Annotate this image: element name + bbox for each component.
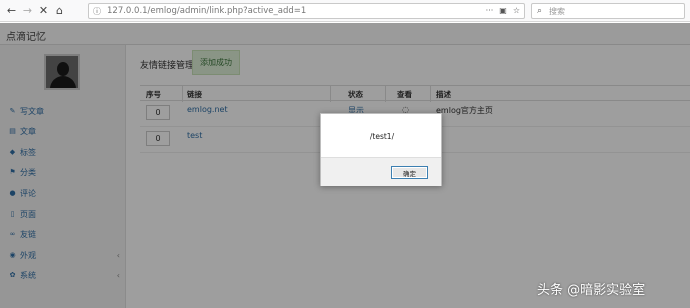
info-icon[interactable]: ⓘ — [93, 7, 103, 17]
address-bar[interactable]: ⓘ 127.0.0.1/emlog/admin/link.php?active_… — [88, 3, 525, 19]
watermark: 头条 @暗影实验室 — [537, 283, 646, 298]
search-icon: ⌕ — [537, 6, 543, 16]
pocket-icon[interactable]: ▣ — [499, 6, 507, 15]
forward-icon[interactable]: → — [20, 3, 35, 18]
alert-message: /test1/ — [369, 132, 395, 141]
back-icon[interactable]: ← — [4, 3, 19, 18]
alert-dialog: /test1/ 确定 — [320, 113, 442, 186]
browser-toolbar: ← → ✕ ⌂ ⓘ 127.0.0.1/emlog/admin/link.php… — [0, 0, 690, 22]
browser-search-input[interactable]: ⌕ 搜索 — [531, 3, 685, 19]
menu-dots-icon[interactable]: ··· — [486, 6, 494, 15]
dialog-footer: 确定 — [321, 157, 441, 186]
home-icon[interactable]: ⌂ — [52, 3, 67, 18]
search-placeholder: 搜索 — [549, 7, 565, 16]
ok-button[interactable]: 确定 — [391, 166, 428, 179]
bookmark-star-icon[interactable]: ☆ — [513, 6, 520, 15]
stop-icon[interactable]: ✕ — [36, 3, 51, 18]
url-text[interactable]: 127.0.0.1/emlog/admin/link.php?active_ad… — [107, 5, 306, 18]
